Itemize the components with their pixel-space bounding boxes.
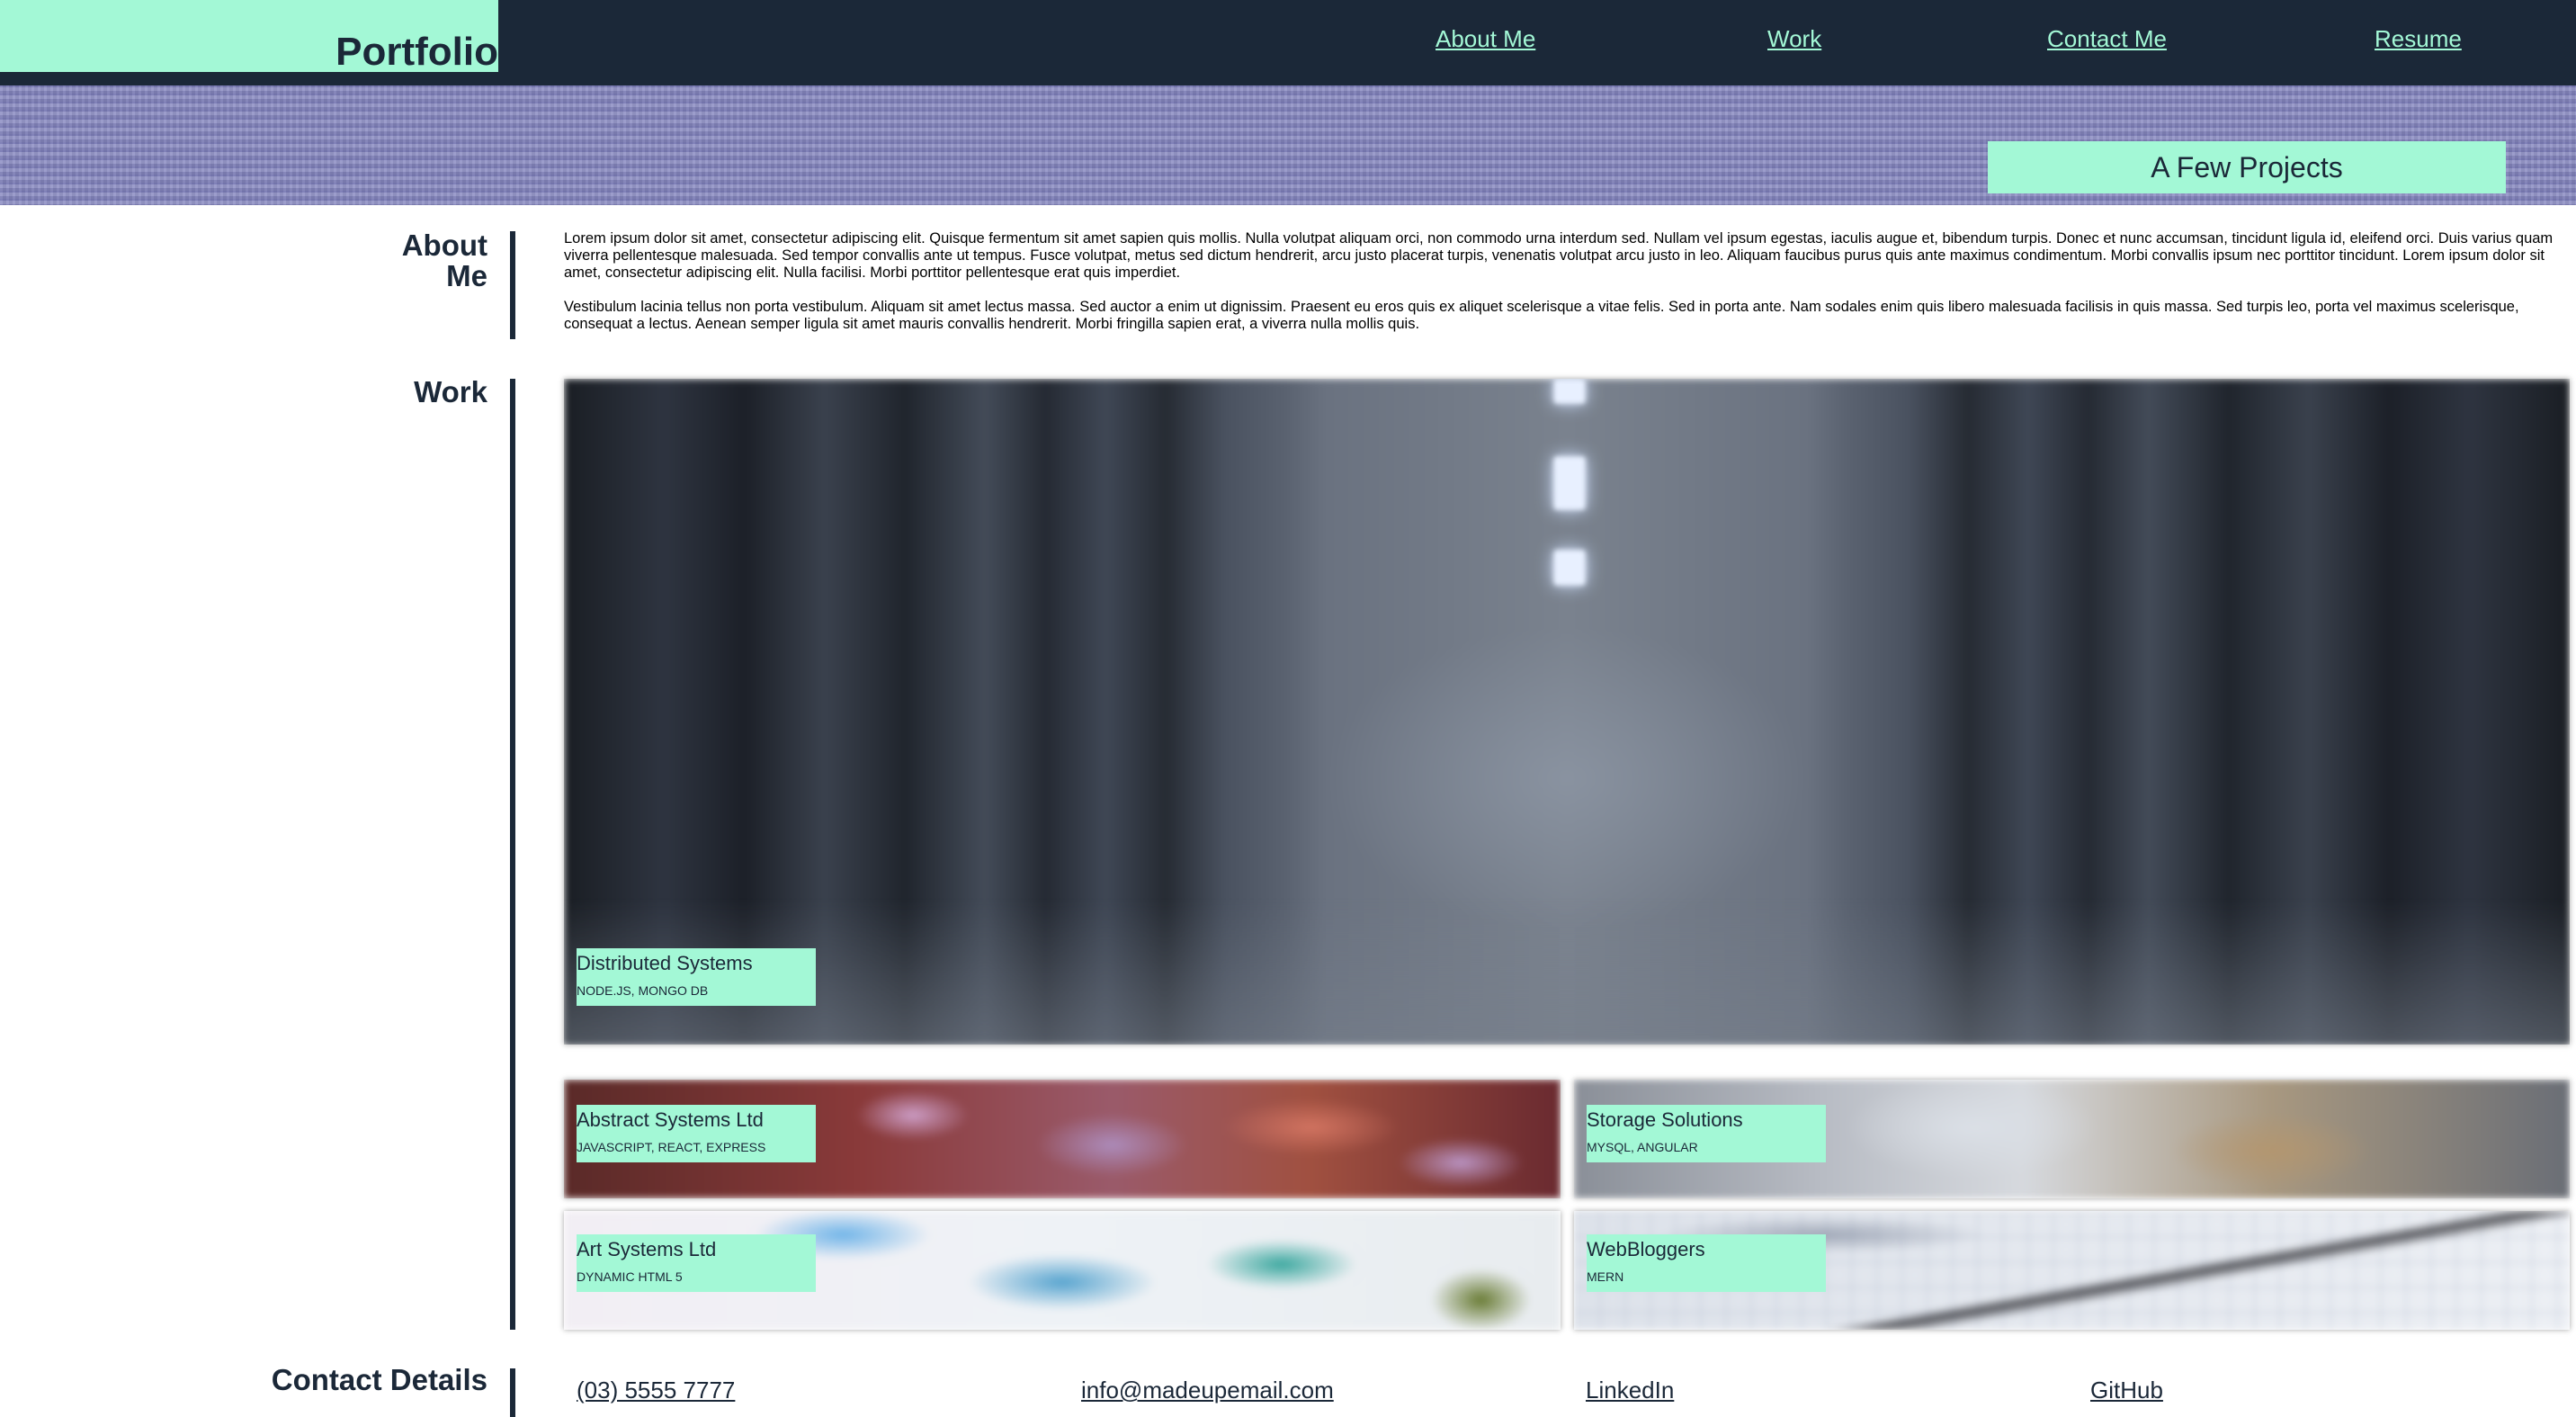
project-label: WebBloggers MERN [1587, 1234, 1826, 1292]
project-card-webbloggers[interactable]: WebBloggers MERN [1574, 1211, 2570, 1330]
server-room-floor [564, 901, 2570, 1045]
phone-link[interactable]: (03) 5555 7777 [577, 1377, 735, 1404]
project-tech: MYSQL, ANGULAR [1587, 1140, 1698, 1154]
project-title: Storage Solutions [1587, 1108, 1743, 1131]
about-text: Lorem ipsum dolor sit amet, consectetur … [564, 230, 2576, 350]
project-card-storage-solutions[interactable]: Storage Solutions MYSQL, ANGULAR [1574, 1080, 2570, 1198]
project-tech: JAVASCRIPT, REACT, EXPRESS [577, 1140, 766, 1154]
nav-link-contact-me[interactable]: Contact Me [2047, 25, 2167, 53]
project-label: Art Systems Ltd DYNAMIC HTML 5 [577, 1234, 816, 1292]
nav-link-work[interactable]: Work [1767, 25, 1821, 53]
nav-item-work: Work [1767, 0, 1821, 77]
project-label: Distributed Systems NODE.JS, MONGO DB [577, 948, 816, 1006]
project-tech: MERN [1587, 1269, 1624, 1284]
about-section-title: About Me [402, 230, 487, 291]
email-link[interactable]: info@madeupemail.com [1081, 1377, 1334, 1404]
nav-item-contact: Contact Me [2047, 0, 2167, 77]
nav-item-resume: Resume [2375, 0, 2462, 77]
banner-heading-box: A Few Projects [1988, 141, 2506, 193]
about-section-divider [510, 231, 515, 339]
site-header: Portfolio About Me Work Contact Me Resum… [0, 0, 2576, 85]
about-paragraph: Vestibulum lacinia tellus non porta vest… [564, 299, 2519, 332]
nav-item-about: About Me [1436, 0, 1535, 77]
hero-banner: A Few Projects [0, 85, 2576, 205]
logo[interactable]: Portfolio [335, 32, 498, 72]
project-title: Art Systems Ltd [577, 1238, 717, 1260]
project-title: WebBloggers [1587, 1238, 1705, 1260]
github-link[interactable]: GitHub [2090, 1377, 2163, 1404]
project-tech: NODE.JS, MONGO DB [577, 983, 709, 998]
nav-link-about-me[interactable]: About Me [1436, 25, 1535, 53]
about-paragraph: Lorem ipsum dolor sit amet, consectetur … [564, 230, 2554, 281]
project-card-distributed-systems[interactable]: Distributed Systems NODE.JS, MONGO DB [564, 379, 2570, 1045]
nav-link-resume[interactable]: Resume [2375, 25, 2462, 53]
linkedin-link[interactable]: LinkedIn [1586, 1377, 1674, 1404]
work-section-divider [510, 379, 515, 1330]
project-title: Abstract Systems Ltd [577, 1108, 764, 1131]
contact-section-divider [510, 1368, 515, 1417]
project-card-art-systems[interactable]: Art Systems Ltd DYNAMIC HTML 5 [564, 1211, 1561, 1330]
about-title-line1: About [401, 229, 487, 262]
ceiling-light [1553, 456, 1586, 510]
project-label: Abstract Systems Ltd JAVASCRIPT, REACT, … [577, 1105, 816, 1162]
logo-box: Portfolio [0, 0, 498, 72]
contact-section-title: Contact Details [271, 1363, 487, 1396]
banner-heading: A Few Projects [2151, 150, 2343, 184]
ceiling-light [1553, 550, 1586, 586]
ceiling-light [1553, 379, 1586, 404]
project-title: Distributed Systems [577, 952, 753, 974]
project-tech: DYNAMIC HTML 5 [577, 1269, 683, 1284]
work-section-title: Work [414, 375, 487, 408]
project-card-abstract-systems[interactable]: Abstract Systems Ltd JAVASCRIPT, REACT, … [564, 1080, 1561, 1198]
project-label: Storage Solutions MYSQL, ANGULAR [1587, 1105, 1826, 1162]
about-title-line2: Me [446, 259, 487, 292]
